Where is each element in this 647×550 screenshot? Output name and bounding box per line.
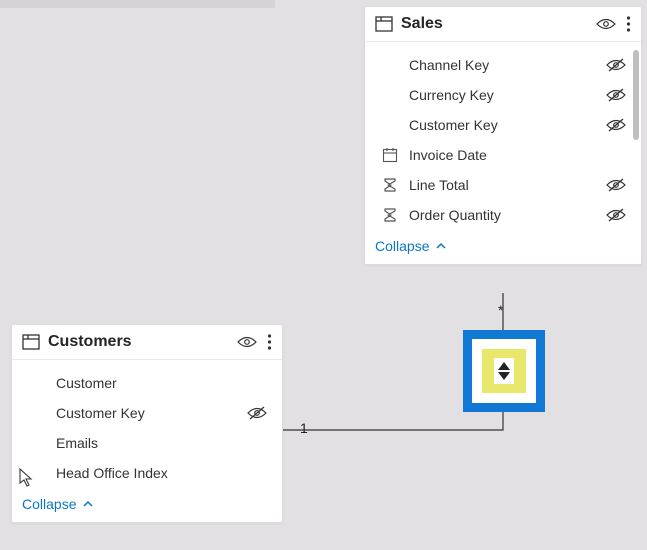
- field-row[interactable]: Head Office Index: [20, 458, 274, 488]
- sigma-icon: [379, 207, 401, 223]
- field-row[interactable]: Invoice Date: [373, 140, 633, 170]
- hidden-eye-icon[interactable]: [605, 118, 627, 132]
- field-label: Currency Key: [401, 87, 605, 103]
- calendar-icon: [379, 147, 401, 163]
- filter-handle-inner: [472, 339, 536, 403]
- chevron-up-icon: [435, 240, 447, 252]
- hidden-eye-icon[interactable]: [605, 88, 627, 102]
- field-label: Order Quantity: [401, 207, 605, 223]
- hidden-eye-icon[interactable]: [605, 208, 627, 222]
- field-row[interactable]: Customer Key: [20, 398, 274, 428]
- table-icon: [375, 15, 393, 33]
- cardinality-many: *: [498, 302, 503, 318]
- field-list: Customer Customer Key Emails Head Office In…: [12, 360, 282, 492]
- visibility-toggle[interactable]: [237, 335, 257, 349]
- filter-handle-highlight: [482, 349, 526, 393]
- field-label: Head Office Index: [48, 465, 246, 481]
- cardinality-one: 1: [300, 420, 308, 436]
- field-row[interactable]: Customer Key: [373, 110, 633, 140]
- table-title: Customers: [48, 333, 237, 351]
- hidden-eye-icon[interactable]: [246, 406, 268, 420]
- visibility-toggle[interactable]: [596, 17, 616, 31]
- field-row[interactable]: Customer: [20, 368, 274, 398]
- collapse-link[interactable]: Collapse: [365, 234, 641, 264]
- scrollbar-thumb[interactable]: [633, 50, 639, 140]
- hidden-eye-icon[interactable]: [605, 58, 627, 72]
- sigma-icon: [379, 177, 401, 193]
- field-label: Customer: [48, 375, 246, 391]
- table-icon: [22, 333, 40, 351]
- relationship-filter-handle[interactable]: [463, 330, 545, 412]
- field-label: Invoice Date: [401, 147, 605, 163]
- field-row[interactable]: Channel Key: [373, 50, 633, 80]
- chevron-up-icon: [82, 498, 94, 510]
- table-card-customers[interactable]: Customers Customer Customer Key Emails Head…: [11, 324, 283, 523]
- hidden-eye-icon[interactable]: [605, 178, 627, 192]
- more-options-icon[interactable]: [267, 333, 272, 351]
- arrow-up-icon: [498, 362, 510, 370]
- table-header: Sales: [365, 7, 641, 42]
- field-label: Line Total: [401, 177, 605, 193]
- field-row[interactable]: Emails: [20, 428, 274, 458]
- field-row[interactable]: Currency Key: [373, 80, 633, 110]
- workspace-top-edge: [0, 0, 275, 8]
- arrow-down-icon: [498, 372, 510, 380]
- table-header: Customers: [12, 325, 282, 360]
- mouse-cursor: [19, 468, 35, 491]
- table-title: Sales: [401, 15, 596, 33]
- collapse-label: Collapse: [375, 238, 429, 254]
- field-row[interactable]: Order Quantity: [373, 200, 633, 230]
- field-label: Channel Key: [401, 57, 605, 73]
- more-options-icon[interactable]: [626, 15, 631, 33]
- field-label: Customer Key: [401, 117, 605, 133]
- collapse-label: Collapse: [22, 496, 76, 512]
- field-list: Channel Key Currency Key Customer Key Invoi…: [365, 42, 641, 234]
- field-label: Customer Key: [48, 405, 246, 421]
- field-label: Emails: [48, 435, 246, 451]
- field-row[interactable]: Line Total: [373, 170, 633, 200]
- table-card-sales[interactable]: Sales Channel Key Currency Key Customer Ke…: [364, 6, 642, 265]
- collapse-link[interactable]: Collapse: [12, 492, 282, 522]
- filter-direction-indicator: [494, 358, 514, 384]
